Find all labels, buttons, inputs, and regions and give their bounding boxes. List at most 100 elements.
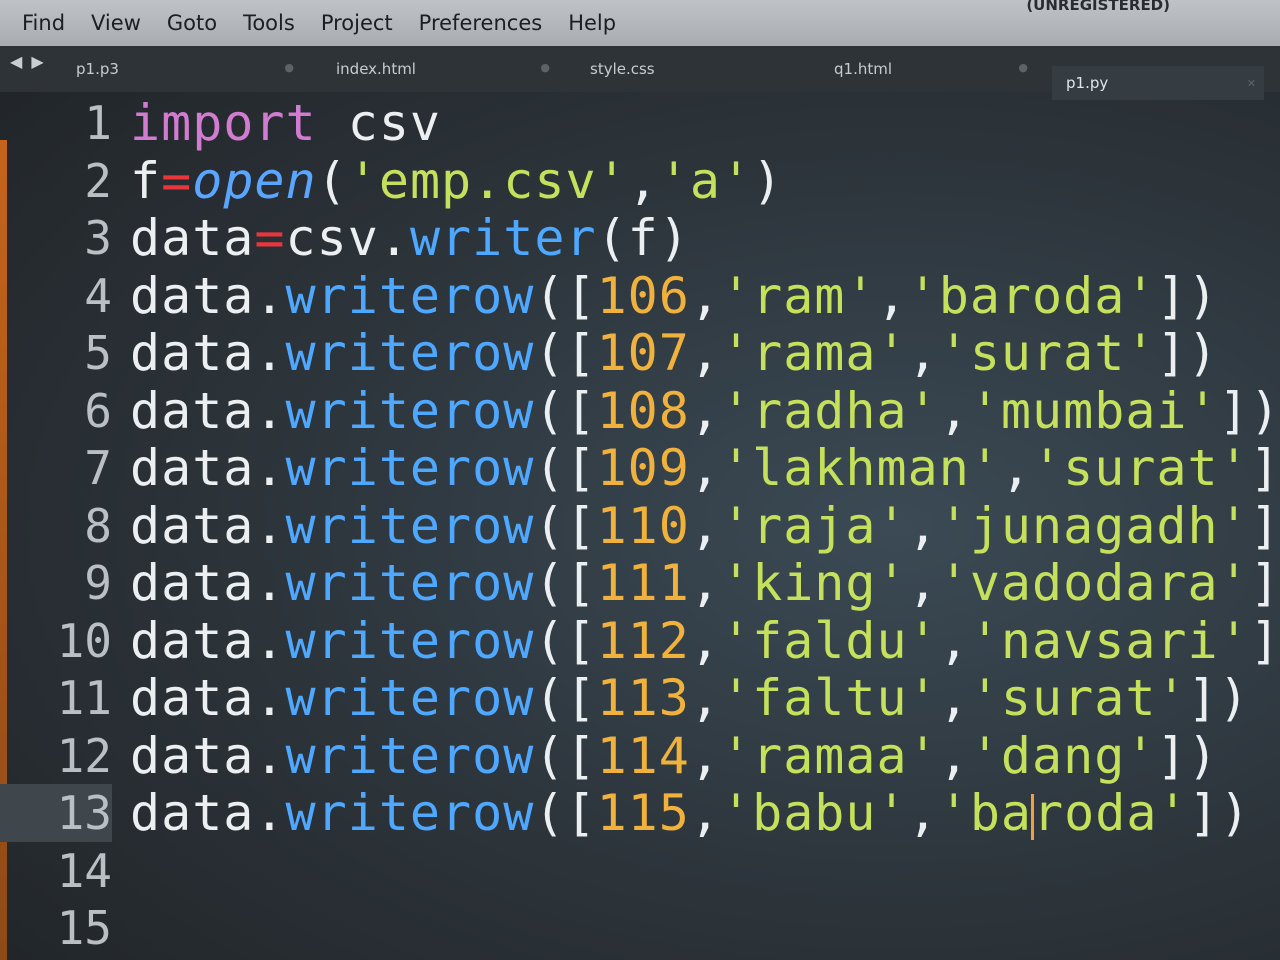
code-token: 'dang'	[969, 726, 1157, 785]
code-token: 111	[596, 554, 690, 612]
code-text[interactable]: data.writerow([114,'ramaa','dang'])	[130, 727, 1219, 785]
code-token: ([	[534, 439, 597, 497]
code-token: ([	[534, 726, 597, 785]
code-line[interactable]: 1 import csv	[0, 94, 1280, 152]
close-icon[interactable]: ●	[284, 61, 294, 74]
code-line[interactable]: 12 data.writerow([114,'ramaa','dang'])	[0, 727, 1280, 785]
line-number: 12	[56, 728, 112, 783]
code-line[interactable]: 2 f=open('emp.csv','a')	[0, 152, 1280, 210]
code-editor[interactable]: 1 import csv 2 f=open('emp.csv','a') 3 data=c…	[0, 92, 1280, 960]
code-token: ])	[1156, 726, 1219, 785]
code-line[interactable]: 14	[0, 842, 1280, 900]
menu-view[interactable]: View	[91, 11, 141, 35]
code-token: 'vadodara'	[938, 554, 1250, 612]
code-token: =	[254, 209, 286, 267]
code-line[interactable]: 13 data.writerow([115,'babu','baroda'])	[0, 784, 1280, 842]
code-text[interactable]: data=csv.writer(f)	[130, 209, 690, 267]
code-token: (	[316, 151, 348, 210]
tab-q1-html[interactable]: q1.html ●	[820, 50, 1036, 88]
code-token: 109	[596, 439, 690, 497]
code-token: data.	[130, 669, 286, 727]
code-token: ])	[1249, 554, 1280, 612]
code-token: ])	[1156, 324, 1219, 382]
code-token: data.	[130, 554, 286, 612]
code-text[interactable]: f=open('emp.csv','a')	[130, 152, 783, 210]
code-line[interactable]: 7data.writerow([109,'lakhman','surat'])	[0, 439, 1280, 497]
code-token: 'radha'	[720, 381, 939, 440]
tab-p1-p3[interactable]: p1.p3 ●	[62, 50, 302, 88]
code-line[interactable]: 11 data.writerow([113,'faltu','surat'])	[0, 669, 1280, 727]
code-token: ,	[1000, 439, 1033, 497]
code-line[interactable]: 15	[0, 899, 1280, 957]
menu-find[interactable]: Find	[22, 11, 65, 35]
close-icon[interactable]: ✕	[1247, 77, 1256, 90]
code-token: 'baroda'	[907, 266, 1157, 325]
code-token: ([	[534, 496, 597, 555]
close-icon[interactable]: ●	[1018, 61, 1028, 74]
code-token: ,	[689, 381, 721, 440]
code-token: 'junagadh'	[938, 496, 1250, 555]
code-token: 110	[596, 496, 690, 555]
code-text[interactable]: data.writerow([115,'babu','baroda'])	[130, 784, 1251, 842]
code-token: writerow	[285, 324, 535, 382]
line-number: 11	[56, 671, 112, 725]
code-token: ,	[938, 381, 970, 440]
tab-style-css[interactable]: style.css	[576, 50, 812, 88]
code-line[interactable]: 8data.writerow([110,'raja','junagadh'])	[0, 497, 1280, 555]
code-text[interactable]: data.writerow([113,'faltu','surat'])	[130, 669, 1250, 727]
code-token: writerow	[285, 784, 535, 842]
code-text[interactable]: import csv	[130, 94, 441, 152]
code-token: 113	[596, 669, 690, 727]
code-token: ,	[938, 611, 970, 670]
code-token: ([	[534, 266, 597, 325]
code-text[interactable]: data.writerow([112,'faldu','navsari'])	[130, 612, 1280, 670]
code-token: ([	[534, 611, 597, 670]
code-text[interactable]: data.writerow([111,'king','vadodara'])	[130, 554, 1280, 612]
code-token: =	[161, 151, 193, 210]
menu-help[interactable]: Help	[568, 11, 616, 35]
tab-label: style.css	[590, 60, 655, 78]
code-token: 'raja'	[720, 496, 908, 555]
code-text[interactable]: data.writerow([108,'radha','mumbai'])	[130, 382, 1280, 440]
code-line[interactable]: 5 data.writerow([107,'rama','surat'])	[0, 324, 1280, 382]
menu-tools[interactable]: Tools	[243, 11, 295, 35]
code-line[interactable]: 10 data.writerow([112,'faldu','navsari'])	[0, 612, 1280, 670]
code-token: ,	[627, 151, 659, 210]
code-token: 'faldu'	[720, 611, 939, 670]
code-token: ,	[689, 669, 721, 727]
code-token: ,	[907, 554, 939, 612]
menu-preferences[interactable]: Preferences	[419, 11, 543, 35]
code-line[interactable]: 9 data.writerow([111,'king','vadodara'])	[0, 554, 1280, 612]
code-text[interactable]: data.writerow([106,'ram','baroda'])	[130, 267, 1219, 325]
menu-goto[interactable]: Goto	[167, 11, 217, 35]
tab-label: q1.html	[834, 60, 893, 78]
code-text[interactable]: data.writerow([109,'lakhman','surat'])	[130, 439, 1280, 497]
code-token: ,	[907, 784, 939, 842]
code-token: 108	[596, 381, 690, 440]
tab-index-html[interactable]: index.html ●	[322, 50, 558, 88]
code-token: writerow	[285, 496, 535, 555]
code-token: 'lakhman'	[720, 439, 1001, 497]
code-token: ([	[534, 784, 597, 842]
code-text[interactable]: data.writerow([110,'raja','junagadh'])	[130, 497, 1280, 555]
code-line[interactable]: 3 data=csv.writer(f)	[0, 209, 1280, 267]
code-token: ,	[689, 266, 721, 325]
code-token: f	[130, 151, 162, 210]
line-number: 10	[56, 613, 112, 668]
tab-nav-arrows-icon[interactable]: ◀ ▶	[10, 52, 46, 71]
tab-label: p1.p3	[76, 60, 119, 78]
code-token: ])	[1249, 439, 1280, 497]
code-token: ([	[534, 669, 597, 727]
line-number: 6	[84, 383, 112, 438]
menu-project[interactable]: Project	[321, 11, 393, 35]
code-token: data.	[130, 496, 286, 555]
code-token: 'navsari'	[969, 611, 1250, 670]
code-text[interactable]: data.writerow([107,'rama','surat'])	[130, 324, 1219, 382]
code-line[interactable]: 4 data.writerow([106,'ram','baroda'])	[0, 267, 1280, 325]
code-line[interactable]: 6 data.writerow([108,'radha','mumbai'])	[0, 382, 1280, 440]
line-number: 1	[84, 96, 112, 150]
close-icon[interactable]: ●	[540, 61, 550, 74]
code-token: ])	[1188, 784, 1251, 842]
code-token: ,	[938, 726, 970, 785]
line-number: 9	[84, 556, 112, 610]
